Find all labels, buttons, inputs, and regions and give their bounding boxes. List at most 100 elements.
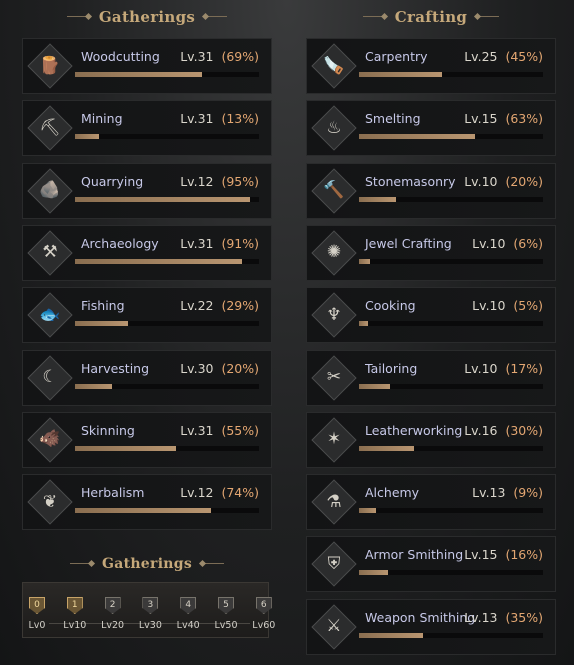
skill-card-carpentry[interactable]: 🪚 Carpentry Lv.25 (45%)	[306, 38, 556, 94]
skill-name: Carpentry	[365, 49, 428, 64]
skill-card-leatherworking[interactable]: ✶ Leatherworking Lv.16 (30%)	[306, 411, 556, 468]
skill-level: Lv.15 (16%)	[464, 547, 543, 562]
skill-badge: ☾	[29, 357, 71, 399]
skill-card-cooking[interactable]: ♆ Cooking Lv.10 (5%)	[306, 287, 556, 344]
progress-fill	[359, 570, 389, 576]
skill-card-tailoring[interactable]: ✂ Tailoring Lv.10 (17%)	[306, 349, 556, 406]
tier-label: Lv50	[214, 620, 238, 631]
level-percent: (6%)	[513, 235, 543, 251]
level-percent: (20%)	[221, 360, 259, 376]
skill-level: Lv.15 (63%)	[464, 111, 543, 126]
skill-card-harvesting[interactable]: ☾ Harvesting Lv.30 (20%)	[22, 349, 272, 406]
level-value: Lv.15	[464, 111, 502, 127]
level-percent: (55%)	[221, 422, 259, 438]
tier-label: Lv30	[138, 620, 162, 631]
tier-lv10[interactable]: 1 Lv10	[58, 597, 92, 631]
ornament-left-icon	[69, 560, 94, 568]
skill-badge: ♆	[313, 294, 355, 336]
skill-level: Lv.31 (91%)	[180, 236, 259, 251]
level-percent: (29%)	[221, 298, 259, 314]
skill-card-quarrying[interactable]: 🪨 Quarrying Lv.12 (95%)	[22, 162, 272, 219]
level-percent: (91%)	[221, 235, 259, 251]
skill-badge: ⛏	[29, 107, 71, 149]
skill-card-herbalism[interactable]: ❦ Herbalism Lv.12 (74%)	[22, 474, 272, 531]
skill-name: Herbalism	[81, 485, 145, 501]
skill-level: Lv.31 (69%)	[180, 49, 259, 64]
progress-bar	[75, 196, 259, 202]
stone-icon: 🪨	[39, 180, 61, 201]
boar-icon: 🐗	[39, 429, 61, 450]
skill-card-weapon-smithing[interactable]: ⚔ Weapon Smithing Lv.13 (35%)	[306, 598, 556, 655]
tier-lv40[interactable]: 4 Lv40	[171, 597, 205, 631]
level-value: Lv.12	[180, 173, 218, 189]
skill-name: Stonemasonry	[365, 173, 456, 189]
progress-fill	[75, 196, 250, 202]
skill-name: Alchemy	[365, 485, 420, 501]
level-value: Lv.31	[180, 235, 218, 251]
skill-badge: ⛨	[313, 543, 355, 585]
skill-card-armor-smithing[interactable]: ⛨ Armor Smithing Lv.15 (16%)	[306, 536, 556, 593]
level-value: Lv.13	[472, 485, 510, 501]
tier-lv20[interactable]: 2 Lv20	[96, 597, 130, 631]
tier-lv0[interactable]: 0 Lv0	[20, 597, 54, 631]
tier-label: Lv40	[176, 620, 200, 631]
tier-label: Lv60	[252, 620, 276, 631]
ornament-right-icon	[200, 560, 225, 568]
level-value: Lv.15	[464, 547, 502, 563]
skill-level: Lv.31 (13%)	[180, 111, 259, 126]
tier-panel-header: Gatherings	[22, 551, 272, 577]
progress-fill	[75, 508, 212, 514]
level-percent: (13%)	[221, 111, 259, 127]
skill-name: Armor Smithing	[365, 547, 464, 563]
skill-card-fishing[interactable]: 🐟 Fishing Lv.22 (29%)	[22, 287, 272, 344]
skill-card-archaeology[interactable]: ⚒ Archaeology Lv.31 (91%)	[22, 224, 272, 281]
hide-icon: ✶	[326, 429, 342, 450]
crafting-title: Crafting	[394, 8, 468, 26]
level-value: Lv.25	[464, 49, 502, 64]
skill-level: Lv.10 (5%)	[472, 298, 543, 313]
progress-bar	[359, 321, 543, 327]
level-value: Lv.31	[180, 422, 218, 438]
tier-lv30[interactable]: 3 Lv30	[133, 597, 167, 631]
tier-label: Lv10	[63, 620, 87, 631]
tier-shield-icon: 0	[29, 597, 45, 614]
progress-fill	[75, 72, 202, 77]
progress-fill	[359, 632, 424, 638]
fish-icon: 🐟	[39, 304, 61, 325]
skill-badge: 🪵	[29, 45, 71, 87]
progress-bar	[359, 570, 543, 576]
skill-level: Lv.12 (74%)	[180, 485, 259, 500]
skill-card-jewel-crafting[interactable]: ✺ Jewel Crafting Lv.10 (6%)	[306, 224, 556, 281]
skill-card-woodcutting[interactable]: 🪵 Woodcutting Lv.31 (69%)	[22, 38, 272, 94]
skill-badge: ♨	[313, 107, 355, 149]
skill-card-stonemasonry[interactable]: 🔨 Stonemasonry Lv.10 (20%)	[306, 162, 556, 219]
skill-badge: ✺	[313, 232, 355, 274]
saw-icon: 🪚	[323, 55, 345, 76]
skill-card-alchemy[interactable]: ⚗ Alchemy Lv.13 (9%)	[306, 474, 556, 531]
ornament-left-icon	[66, 13, 91, 21]
tier-lv50[interactable]: 5 Lv50	[209, 597, 243, 631]
tier-lv60[interactable]: 6 Lv60	[247, 597, 281, 631]
level-percent: (16%)	[505, 547, 543, 563]
progress-bar	[359, 134, 543, 140]
level-value: Lv.16	[464, 422, 502, 438]
skill-badge: ⚗	[313, 481, 355, 523]
skill-badge: ✶	[313, 419, 355, 461]
level-value: Lv.10	[472, 235, 510, 251]
level-value: Lv.10	[472, 298, 510, 314]
skill-name: Archaeology	[81, 235, 159, 251]
skill-level: Lv.10 (17%)	[464, 361, 543, 376]
level-percent: (20%)	[505, 173, 543, 189]
armor-icon: ⛨	[327, 553, 341, 574]
skill-level: Lv.16 (30%)	[464, 423, 543, 438]
ornament-right-icon	[203, 13, 228, 21]
tier-shield-icon: 6	[255, 597, 272, 614]
level-percent: (30%)	[505, 422, 543, 438]
ornament-right-icon	[475, 13, 500, 21]
level-percent: (17%)	[505, 360, 543, 376]
skill-card-mining[interactable]: ⛏ Mining Lv.31 (13%)	[22, 100, 272, 157]
level-percent: (45%)	[505, 49, 543, 64]
progress-bar	[75, 72, 259, 77]
skill-card-smelting[interactable]: ♨ Smelting Lv.15 (63%)	[306, 100, 556, 157]
skill-card-skinning[interactable]: 🐗 Skinning Lv.31 (55%)	[22, 411, 272, 468]
